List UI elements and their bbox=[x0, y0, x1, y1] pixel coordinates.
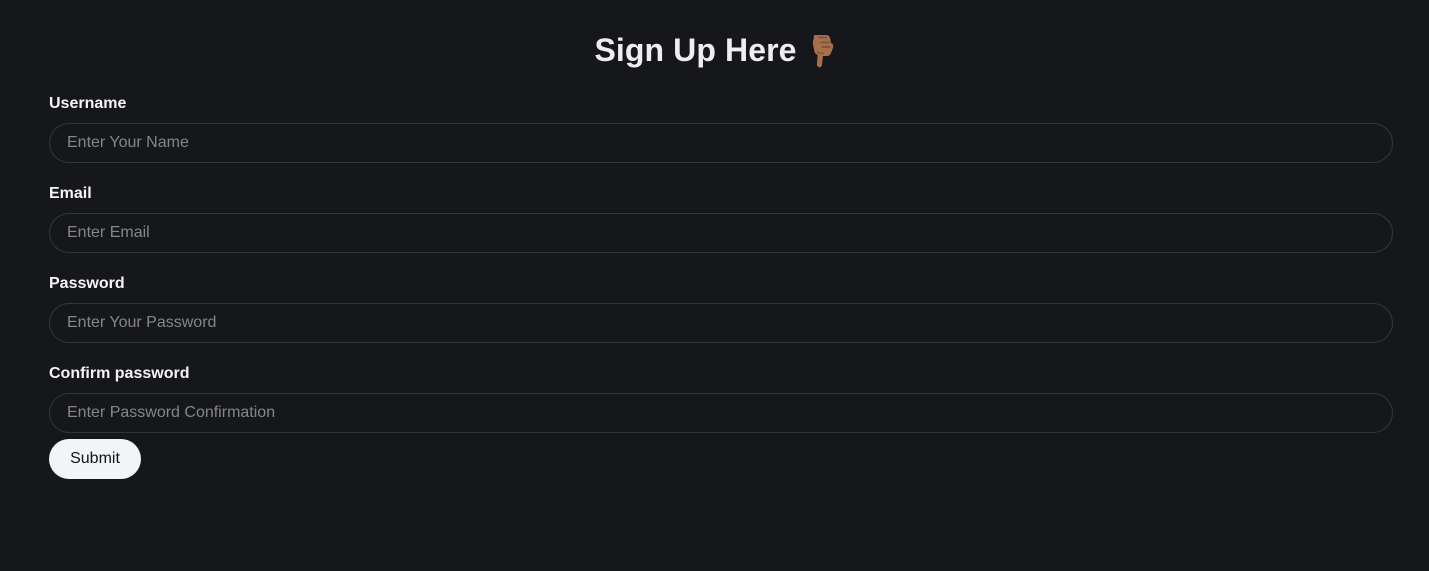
submit-button[interactable]: Submit bbox=[49, 439, 141, 479]
pointing-down-hand-icon bbox=[809, 34, 835, 68]
confirm-password-field: Confirm password bbox=[49, 364, 1393, 433]
confirm-password-label: Confirm password bbox=[49, 365, 190, 382]
password-field: Password bbox=[49, 274, 1393, 343]
page-title: Sign Up Here bbox=[594, 32, 797, 68]
signup-form: Username Email Password Confirm password bbox=[49, 94, 1393, 454]
username-label: Username bbox=[49, 95, 127, 112]
email-label: Email bbox=[49, 185, 92, 202]
password-input[interactable] bbox=[49, 303, 1393, 343]
confirm-password-input[interactable] bbox=[49, 393, 1393, 433]
page-header: Sign Up Here bbox=[0, 30, 1429, 70]
username-input[interactable] bbox=[49, 123, 1393, 163]
email-input[interactable] bbox=[49, 213, 1393, 253]
email-field: Email bbox=[49, 184, 1393, 253]
signup-page: Sign Up Here Username Email Password Con… bbox=[0, 0, 1429, 571]
username-field: Username bbox=[49, 94, 1393, 163]
password-label: Password bbox=[49, 275, 125, 292]
